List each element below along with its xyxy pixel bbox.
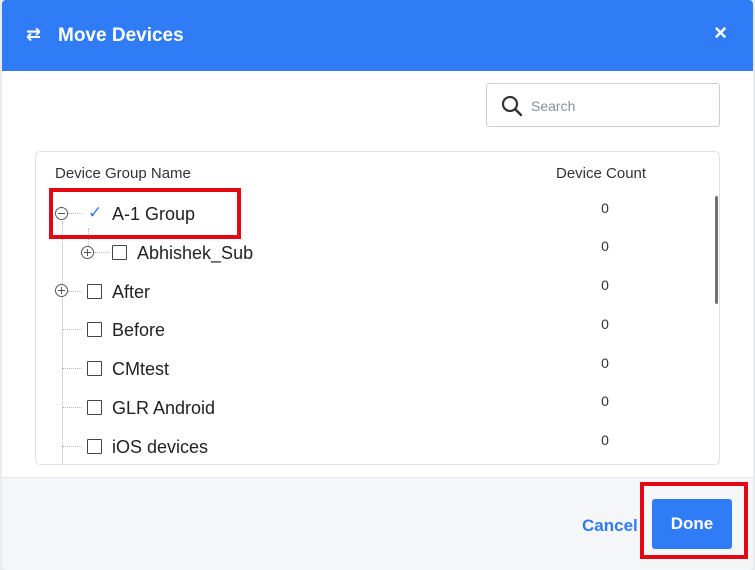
device-count: 0 <box>601 432 609 448</box>
column-header-device-group-name: Device Group Name <box>55 165 191 182</box>
cancel-button[interactable]: Cancel <box>582 516 638 536</box>
group-checkbox[interactable] <box>87 439 102 454</box>
dialog-header: ⇄ Move Devices × <box>2 0 753 71</box>
tree-connector-line <box>62 221 63 464</box>
transfer-arrows-icon: ⇄ <box>26 24 42 44</box>
tree-connector-line <box>68 291 82 292</box>
tree-connector-line <box>62 446 82 447</box>
tree-connector-line <box>62 368 82 369</box>
device-count: 0 <box>601 316 609 332</box>
group-label[interactable]: Before <box>112 320 165 341</box>
search-icon <box>501 95 523 117</box>
expand-icon[interactable] <box>55 284 68 297</box>
device-count: 0 <box>601 238 609 254</box>
search-box[interactable] <box>486 83 720 127</box>
highlight-box-a1-group <box>49 188 241 239</box>
column-header-device-count: Device Count <box>556 165 647 182</box>
group-label[interactable]: iOS devices <box>112 437 208 458</box>
group-checkbox[interactable] <box>87 284 102 299</box>
group-checkbox[interactable] <box>87 322 102 337</box>
tree-connector-line <box>62 329 82 330</box>
search-input[interactable] <box>531 94 711 118</box>
group-checkbox[interactable] <box>87 400 102 415</box>
group-checkbox[interactable] <box>112 245 127 260</box>
group-label[interactable]: CMtest <box>112 359 169 380</box>
device-count: 0 <box>601 393 609 409</box>
scrollbar-thumb[interactable] <box>715 196 718 304</box>
tree-connector-line <box>94 252 108 253</box>
group-label[interactable]: Abhishek_Sub <box>137 243 253 264</box>
group-checkbox[interactable] <box>87 361 102 376</box>
device-count: 0 <box>601 200 609 216</box>
dialog-title: Move Devices <box>58 25 184 46</box>
expand-icon[interactable] <box>81 246 94 259</box>
device-count: 0 <box>601 355 609 371</box>
close-icon[interactable]: × <box>714 22 727 44</box>
tree-connector-line <box>62 407 82 408</box>
group-label[interactable]: GLR Android <box>112 398 215 419</box>
group-label[interactable]: After <box>112 282 150 303</box>
highlight-box-done <box>640 482 748 559</box>
device-count: 0 <box>601 277 609 293</box>
